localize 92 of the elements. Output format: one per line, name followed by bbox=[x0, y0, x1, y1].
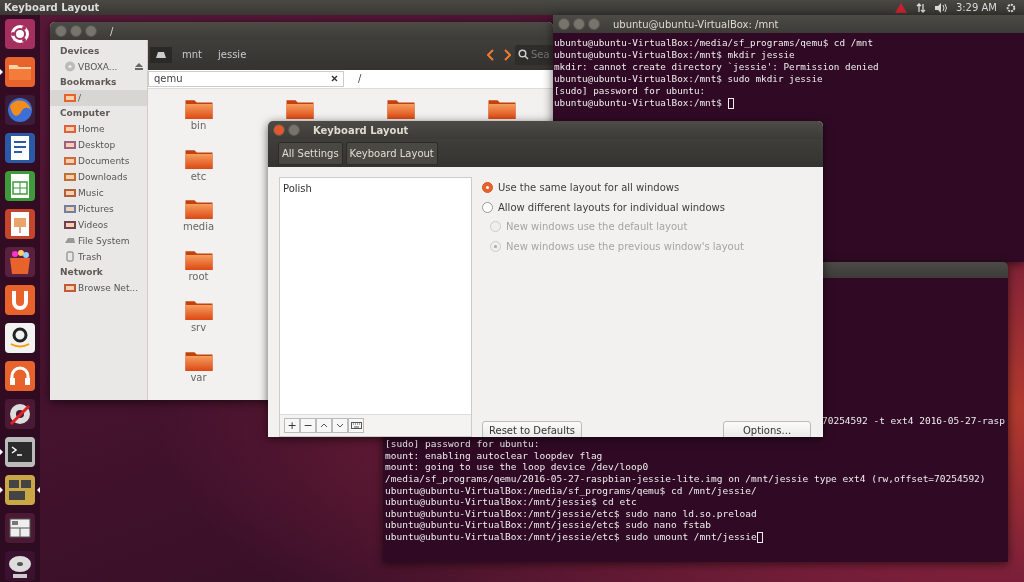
presentation-icon[interactable] bbox=[4, 208, 36, 240]
layout-item[interactable]: Polish bbox=[282, 182, 469, 195]
path-crumb[interactable]: jessie bbox=[212, 45, 253, 65]
drive-crumb[interactable] bbox=[150, 46, 172, 63]
disc-icon bbox=[64, 61, 76, 72]
dialog-button[interactable]: Reset to Defaults bbox=[482, 421, 583, 437]
path-crumb[interactable]: mnt bbox=[176, 45, 208, 65]
chevron-down-icon bbox=[336, 423, 344, 428]
dialog-button[interactable]: Options... bbox=[723, 421, 811, 437]
folder-label: etc bbox=[190, 170, 207, 182]
sidebar-item[interactable]: Music bbox=[50, 185, 147, 201]
move-up-button[interactable] bbox=[316, 418, 332, 433]
window-icon[interactable] bbox=[4, 512, 36, 544]
breadcrumb-button[interactable]: All Settings bbox=[278, 141, 343, 165]
terminal-line: [sudo] password for ubuntu: bbox=[554, 85, 707, 97]
terminal-line: [sudo] password for ubuntu: bbox=[385, 438, 541, 450]
volume-icon[interactable] bbox=[934, 2, 947, 13]
keyboard-icon bbox=[350, 422, 362, 429]
sidebar-item[interactable]: Pictures bbox=[50, 201, 147, 217]
terminal-line: ubuntu@ubuntu-VirtualBox:/mnt$ sudo mkdir jessie bbox=[554, 73, 824, 85]
chevron-up-icon bbox=[320, 423, 328, 428]
sidebar-heading: Devices bbox=[59, 45, 101, 58]
sidebar-item[interactable]: Videos bbox=[50, 217, 147, 233]
sidebar-item[interactable]: / bbox=[50, 90, 147, 106]
drive-icon bbox=[155, 50, 167, 59]
settings-icon[interactable] bbox=[1006, 2, 1016, 13]
sidebar-heading: Bookmarks bbox=[59, 76, 118, 89]
terminal-line: ubuntu@ubuntu-VirtualBox:/mnt$ bbox=[554, 97, 1024, 109]
sidebar-item[interactable]: Browse Net... bbox=[50, 280, 147, 296]
location-field[interactable]: qemu bbox=[148, 70, 344, 87]
shopping-bag-icon[interactable] bbox=[4, 246, 36, 278]
terminal-line: ubuntu@ubuntu-VirtualBox:/mnt/jessie/etc$ sudo umount /mnt/jessie bbox=[385, 531, 1008, 543]
forward-icon[interactable] bbox=[503, 48, 511, 61]
terminal-line: mount: going to use the loop device /dev/loop0 bbox=[385, 461, 650, 474]
sidebar-item[interactable]: Trash bbox=[50, 249, 147, 265]
eject-icon[interactable] bbox=[135, 63, 143, 70]
folder-label: srv bbox=[190, 321, 207, 333]
search-field[interactable]: Sea bbox=[515, 44, 553, 65]
sidebar-item[interactable]: Downloads bbox=[50, 169, 147, 185]
spreadsheet-icon[interactable] bbox=[4, 170, 36, 202]
terminal-line: ubuntu@ubuntu-VirtualBox:/mnt/jessie$ cd etc bbox=[385, 496, 638, 508]
radio-button[interactable] bbox=[482, 182, 493, 194]
add-button[interactable]: + bbox=[284, 418, 300, 433]
radio-option[interactable]: Use the same layout for all windows bbox=[482, 178, 823, 198]
trash-icon bbox=[64, 251, 76, 262]
drive-icon bbox=[64, 235, 76, 246]
headphones-icon[interactable] bbox=[4, 360, 36, 392]
workspace-grid-icon[interactable] bbox=[4, 474, 36, 506]
sidebar-item[interactable]: Home bbox=[50, 121, 147, 137]
ubuntu-logo-icon[interactable] bbox=[4, 18, 36, 50]
sidebar-item[interactable]: Documents bbox=[50, 153, 147, 169]
layout-list[interactable]: Polish bbox=[280, 178, 471, 414]
terminal-line: /media/sf_programs/qemu/2016-05-27-raspbian-jessie-lite.img on /mnt/jessie type ext4 (rw,offset=70254592) bbox=[385, 473, 987, 485]
terminal-line: ubuntu@ubuntu-VirtualBox:/mnt$ mkdir jessie bbox=[554, 49, 796, 61]
radio-button[interactable] bbox=[482, 201, 493, 213]
radio-option[interactable]: Allow different layouts for individual windows bbox=[482, 197, 823, 217]
keyboard-button[interactable] bbox=[348, 418, 364, 433]
terminal-line: 70254592 -t ext4 2016-05-27-rasp bbox=[821, 415, 1005, 427]
window-title: Keyboard Layout bbox=[313, 124, 409, 136]
close-button[interactable] bbox=[273, 124, 285, 136]
folder-label: media bbox=[182, 220, 215, 232]
sidebar-heading: Network bbox=[59, 266, 104, 279]
terminal-icon[interactable] bbox=[4, 436, 36, 468]
terminal-line: mkdir: cannot create directory `jessie': Permission denied bbox=[554, 61, 880, 73]
sidebar-item[interactable]: Desktop bbox=[50, 137, 147, 153]
window-title: ubuntu@ubuntu-VirtualBox: /mnt bbox=[613, 18, 779, 30]
back-icon[interactable] bbox=[487, 48, 495, 61]
panel-title: Keyboard Layout bbox=[4, 2, 100, 13]
clock[interactable]: 3:29 AM bbox=[955, 2, 997, 13]
folder-label: root bbox=[188, 271, 209, 283]
globe-icon[interactable] bbox=[4, 94, 36, 126]
network-icon[interactable] bbox=[915, 2, 926, 13]
clear-icon[interactable] bbox=[331, 74, 338, 82]
terminal-line: ubuntu@ubuntu-VirtualBox:/media/sf_programs/qemu$ cd /mnt bbox=[554, 37, 875, 49]
sidebar-item[interactable]: VBOXA... bbox=[50, 59, 147, 75]
document-icon[interactable] bbox=[4, 132, 36, 164]
terminal-line: ubuntu@ubuntu-VirtualBox:/mnt/jessie/etc$ sudo nano ld.so.preload bbox=[385, 507, 758, 520]
window-title: / bbox=[110, 25, 114, 37]
move-down-button[interactable] bbox=[332, 418, 348, 433]
terminal-cursor bbox=[727, 98, 734, 109]
folder-label: var bbox=[190, 372, 207, 384]
sidebar-item[interactable]: File System bbox=[50, 233, 147, 249]
terminal-line: mount: enabling autoclear loopdev flag bbox=[385, 449, 604, 462]
app-tile-icon[interactable] bbox=[4, 284, 36, 316]
terminal-line: ubuntu@ubuntu-VirtualBox:/mnt/jessie/etc$ sudo nano fstab bbox=[385, 519, 712, 531]
remove-button[interactable]: − bbox=[300, 418, 316, 433]
sidebar-heading: Computer bbox=[59, 107, 111, 120]
terminal-cursor bbox=[756, 532, 763, 543]
breadcrumb-button[interactable]: Keyboard Layout bbox=[345, 141, 438, 165]
folder-label: bin bbox=[190, 120, 207, 132]
path-separator: / bbox=[358, 73, 362, 85]
terminal-line: ubuntu@ubuntu-VirtualBox:/media/sf_programs/qemu$ cd /mnt/jessie/ bbox=[385, 484, 758, 497]
